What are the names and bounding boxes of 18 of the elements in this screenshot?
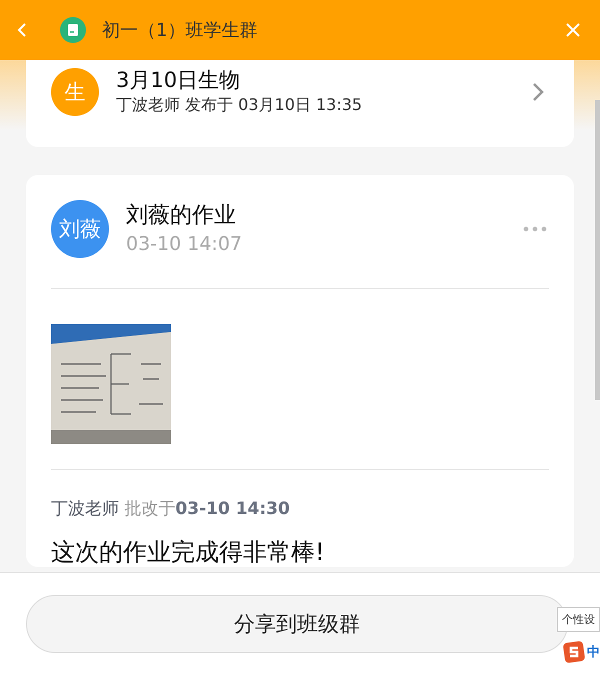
- submission-time: 03-10 14:07: [126, 232, 244, 257]
- ime-tooltip: 个性设: [557, 607, 600, 632]
- assignment-card[interactable]: 生 3月10日生物 丁波老师 发布于 03月10日 13:35: [26, 60, 574, 147]
- assignment-title: 3月10日生物: [116, 67, 242, 93]
- submission-title: 刘薇的作业: [126, 202, 237, 230]
- teacher-comment: 这次的作业完成得非常棒!: [51, 537, 326, 567]
- chevron-icon: [532, 82, 544, 102]
- note-icon: [60, 17, 86, 43]
- avatar: 刘薇: [51, 200, 109, 258]
- review-info: 丁波老师 批改于03-10 14:30: [51, 498, 291, 520]
- assignment-meta: 丁波老师 发布于 03月10日 13:35: [116, 94, 364, 116]
- ime-mode[interactable]: 中: [587, 643, 600, 661]
- more-icon[interactable]: [523, 226, 547, 232]
- ime-logo-icon[interactable]: [563, 641, 585, 663]
- close-icon[interactable]: [566, 23, 580, 37]
- avatar: 生: [51, 68, 99, 116]
- back-icon[interactable]: [17, 22, 27, 38]
- window-title: 初一（1）班学生群: [102, 19, 258, 42]
